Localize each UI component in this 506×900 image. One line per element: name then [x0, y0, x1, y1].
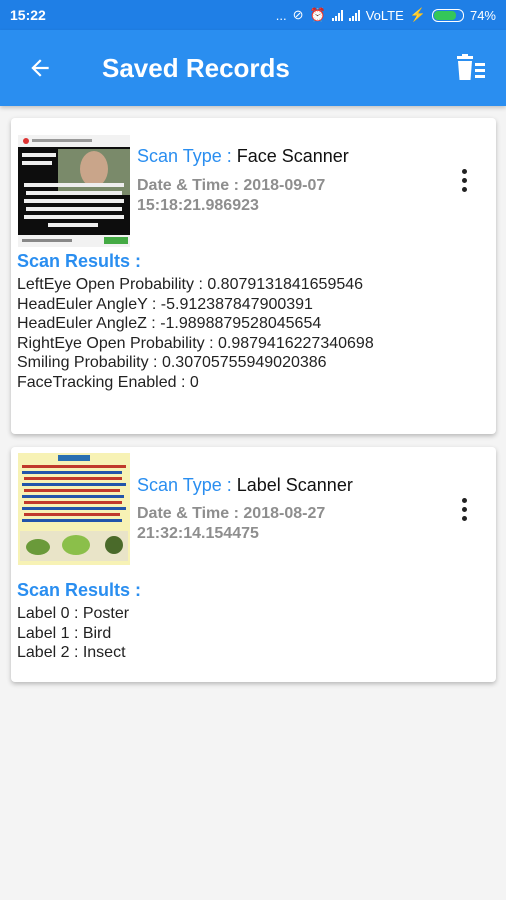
battery-icon [431, 8, 464, 22]
result-line: LeftEye Open Probability : 0.80791318416… [17, 276, 364, 293]
scan-type: Scan Type : Label Scanner [137, 475, 353, 496]
result-line: Label 1 : Bird [17, 624, 112, 642]
app-bar: Saved Records [0, 30, 506, 106]
results-list: Label 0 : Poster Label 1 : Bird Label 2 … [17, 604, 129, 663]
delete-all-icon [457, 54, 485, 80]
record-card[interactable]: Scan Type : Label Scanner Date & Time : … [11, 447, 496, 682]
more-options-button[interactable] [452, 165, 476, 195]
status-time: 15:22 [10, 7, 46, 23]
result-line: FaceTracking Enabled : 0 [17, 373, 199, 391]
scan-type-value: Face Scanner [236, 146, 349, 166]
record-thumbnail [18, 453, 130, 565]
scan-type-label: Scan Type : [137, 475, 237, 495]
battery-percent: 74% [469, 7, 496, 23]
result-line: Label 2 : Insect [17, 644, 126, 662]
scan-type-label: Scan Type : [137, 146, 237, 166]
network-type: VoLTE [365, 7, 404, 23]
status-icons: ... ⊘ ⏰ VoLTE ⚡ 74% [276, 7, 496, 23]
page-title: Saved Records [102, 52, 290, 83]
charging-icon: ⚡ [409, 7, 426, 22]
results-title: Scan Results : [17, 251, 142, 271]
scan-type-value: Label Scanner [236, 475, 353, 495]
result-line: Smiling Probability : 0.3070575594902038… [17, 354, 327, 372]
result-line: HeadEuler AngleZ : -1.9898879528045654 [17, 315, 322, 333]
alarm-icon: ⏰ [309, 7, 326, 22]
overflow-dots-indicator: ... [275, 7, 287, 23]
status-bar: 15:22 ... ⊘ ⏰ VoLTE ⚡ 74% [0, 0, 506, 30]
results-title: Scan Results : [17, 580, 142, 600]
record-datetime: Date & Time : 2018-09-07 15:18:21.986923 [137, 177, 326, 214]
signal-icon [331, 9, 343, 21]
signal-icon-2 [348, 9, 360, 21]
record-card[interactable]: Scan Type : Face Scanner Date & Time : 2… [11, 118, 496, 434]
more-options-button[interactable] [452, 494, 476, 524]
record-datetime: Date & Time : 2018-08-27 21:32:14.154475 [137, 505, 326, 542]
result-line: HeadEuler AngleY : -5.912387847900391 [17, 295, 313, 313]
sync-off-icon: ⊘ [292, 7, 304, 22]
back-button[interactable] [0, 30, 80, 106]
delete-all-button[interactable] [436, 30, 506, 106]
arrow-back-icon [31, 59, 49, 77]
record-thumbnail [18, 135, 130, 247]
result-line: RightEye Open Probability : 0.9879416227… [17, 334, 374, 352]
scan-type: Scan Type : Face Scanner [137, 146, 349, 167]
result-line: Label 0 : Poster [17, 605, 130, 622]
results-list: LeftEye Open Probability : 0.80791318416… [17, 275, 374, 393]
